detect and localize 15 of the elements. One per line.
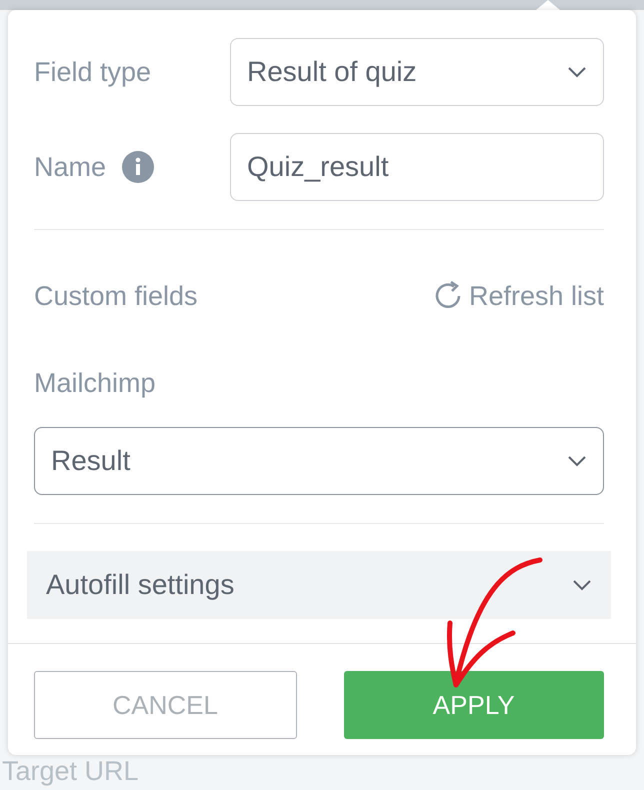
field-label: Mailchimp [34, 366, 156, 400]
chevron-down-icon [567, 455, 587, 467]
chevron-down-icon [567, 66, 587, 78]
field-label: Name [34, 150, 106, 184]
mailchimp-dropdown[interactable]: Result [34, 427, 604, 495]
section-label: Custom fields [34, 280, 198, 313]
field-label: Field type [34, 56, 152, 89]
autofill-settings-toggle[interactable]: Autofill settings [27, 551, 611, 619]
refresh-list-button[interactable]: Refresh list [432, 276, 604, 316]
name-input-field[interactable]: Quiz_result [230, 133, 604, 201]
chevron-down-icon [572, 579, 592, 591]
field-label: Target URL [2, 756, 139, 788]
apply-button[interactable]: APPLY [344, 671, 604, 739]
info-icon[interactable] [122, 151, 154, 183]
field-type-dropdown[interactable]: Result of quiz [230, 38, 604, 106]
